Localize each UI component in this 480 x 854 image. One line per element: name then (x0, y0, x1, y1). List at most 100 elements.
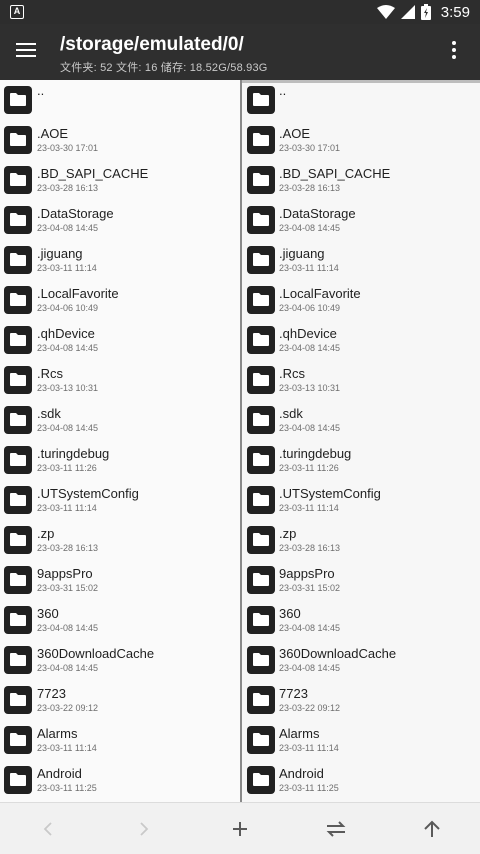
file-modified-date: 23-04-08 14:45 (279, 343, 341, 353)
folder-icon (4, 166, 32, 194)
file-list-item[interactable]: .qhDevice 23-04-08 14:45 (242, 320, 480, 360)
file-name: .AOE (37, 126, 69, 141)
file-modified-date: 23-03-11 11:25 (37, 783, 97, 793)
file-modified-date: 23-03-30 17:01 (37, 143, 99, 153)
folder-icon (247, 646, 275, 674)
file-list-item[interactable]: .turingdebug 23-03-11 11:26 (242, 440, 480, 480)
file-name: 7723 (279, 686, 308, 701)
app-notification-icon: A (10, 5, 24, 19)
parent-directory-item[interactable]: .. (242, 80, 480, 120)
status-bar: A 3:59 (0, 0, 480, 24)
parent-directory-button[interactable] (416, 813, 448, 845)
file-modified-date: 23-04-08 14:45 (279, 423, 341, 433)
folder-icon (247, 246, 275, 274)
file-list-item[interactable]: 7723 23-03-22 09:12 (0, 680, 240, 720)
folder-icon (247, 606, 275, 634)
file-name: 360DownloadCache (279, 646, 397, 661)
file-list-item[interactable]: Android 23-03-11 11:25 (242, 760, 480, 800)
file-name: .qhDevice (37, 326, 95, 341)
file-list-item[interactable]: 360 23-04-08 14:45 (0, 600, 240, 640)
file-list-item[interactable]: 9appsPro 23-03-31 15:02 (242, 560, 480, 600)
folder-icon (247, 326, 275, 354)
swap-panes-button[interactable] (320, 813, 352, 845)
file-modified-date: 23-03-22 09:12 (37, 703, 99, 713)
file-name: 7723 (37, 686, 66, 701)
file-modified-date: 23-03-28 16:13 (279, 543, 341, 553)
file-modified-date: 23-03-11 11:14 (279, 263, 339, 273)
menu-icon[interactable] (16, 38, 40, 62)
file-modified-date: 23-04-08 14:45 (37, 423, 99, 433)
back-button[interactable] (32, 813, 64, 845)
folder-icon (247, 686, 275, 714)
file-modified-date: 23-04-08 14:45 (279, 223, 341, 233)
folder-icon (4, 286, 32, 314)
file-list-item[interactable]: Alarms 23-03-11 11:14 (0, 720, 240, 760)
forward-button[interactable] (128, 813, 160, 845)
folder-icon (4, 246, 32, 274)
file-name: .jiguang (279, 246, 325, 261)
folder-icon (247, 566, 275, 594)
file-list-item[interactable]: .AOE 23-03-30 17:01 (242, 120, 480, 160)
file-name: .BD_SAPI_CACHE (279, 166, 391, 181)
file-name: .zp (37, 526, 55, 541)
file-list-item[interactable]: .turingdebug 23-03-11 11:26 (0, 440, 240, 480)
file-list-item[interactable]: .sdk 23-04-08 14:45 (0, 400, 240, 440)
file-list-item[interactable]: 9appsPro 23-03-31 15:02 (0, 560, 240, 600)
file-modified-date: 23-03-28 16:13 (37, 183, 99, 193)
file-modified-date: 23-04-08 14:45 (279, 623, 341, 633)
folder-icon (247, 166, 275, 194)
file-name: .DataStorage (37, 206, 114, 221)
file-list-item[interactable]: .DataStorage 23-04-08 14:45 (242, 200, 480, 240)
file-list-item[interactable]: .UTSystemConfig 23-03-11 11:14 (242, 480, 480, 520)
file-list-item[interactable]: 360DownloadCache 23-04-08 14:45 (0, 640, 240, 680)
file-modified-date: 23-04-06 10:49 (279, 303, 341, 313)
right-file-pane[interactable]: .. .AOE 23-03-30 17:01 .BD_SAPI_CACHE 23-03-… (242, 80, 480, 802)
file-list-item[interactable]: .BD_SAPI_CACHE 23-03-28 16:13 (0, 160, 240, 200)
file-list-item[interactable]: .UTSystemConfig 23-03-11 11:14 (0, 480, 240, 520)
signal-icon (400, 5, 415, 19)
file-name: 360 (279, 606, 301, 621)
file-name: .jiguang (37, 246, 83, 261)
folder-icon (247, 86, 275, 114)
bottom-toolbar (0, 802, 480, 854)
file-modified-date: 23-03-11 11:14 (37, 263, 97, 273)
file-name: .turingdebug (279, 446, 352, 461)
file-list-item[interactable]: .jiguang 23-03-11 11:14 (0, 240, 240, 280)
file-list-item[interactable]: Alarms 23-03-11 11:14 (242, 720, 480, 760)
file-name: .DataStorage (279, 206, 356, 221)
file-list-item[interactable]: .BD_SAPI_CACHE 23-03-28 16:13 (242, 160, 480, 200)
file-list-item[interactable]: .Rcs 23-03-13 10:31 (242, 360, 480, 400)
file-name: 9appsPro (37, 566, 93, 581)
file-modified-date: 23-04-06 10:49 (37, 303, 99, 313)
file-name: Android (37, 766, 82, 781)
file-list-item[interactable]: .zp 23-03-28 16:13 (242, 520, 480, 560)
file-name: 9appsPro (279, 566, 335, 581)
file-list-item[interactable]: 360 23-04-08 14:45 (242, 600, 480, 640)
file-list-item[interactable]: Android 23-03-11 11:25 (0, 760, 240, 800)
file-list-item[interactable]: .jiguang 23-03-11 11:14 (242, 240, 480, 280)
file-list-item[interactable]: 7723 23-03-22 09:12 (242, 680, 480, 720)
left-file-pane[interactable]: .. .AOE 23-03-30 17:01 .BD_SAPI_CACHE 23-03-… (0, 80, 240, 802)
file-modified-date: 23-03-11 11:26 (37, 463, 97, 473)
storage-stats: 文件夹: 52 文件: 16 储存: 18.52G/58.93G (60, 62, 268, 74)
folder-icon (4, 526, 32, 554)
wifi-icon (376, 5, 395, 19)
parent-directory-item[interactable]: .. (0, 80, 240, 120)
add-button[interactable] (224, 813, 256, 845)
file-list-item[interactable]: .DataStorage 23-04-08 14:45 (0, 200, 240, 240)
arrow-up-icon (424, 820, 440, 837)
file-list-item[interactable]: 360DownloadCache 23-04-08 14:45 (242, 640, 480, 680)
file-list-item[interactable]: .qhDevice 23-04-08 14:45 (0, 320, 240, 360)
file-list-item[interactable]: .Rcs 23-03-13 10:31 (0, 360, 240, 400)
file-name: .zp (279, 526, 297, 541)
folder-icon (4, 206, 32, 234)
file-list-item[interactable]: .AOE 23-03-30 17:01 (0, 120, 240, 160)
more-options-icon[interactable] (442, 38, 466, 62)
file-list-item[interactable]: .zp 23-03-28 16:13 (0, 520, 240, 560)
folder-icon (4, 646, 32, 674)
folder-icon (4, 726, 32, 754)
file-list-item[interactable]: .LocalFavorite 23-04-06 10:49 (242, 280, 480, 320)
file-list-item[interactable]: .sdk 23-04-08 14:45 (242, 400, 480, 440)
folder-icon (4, 366, 32, 394)
file-list-item[interactable]: .LocalFavorite 23-04-06 10:49 (0, 280, 240, 320)
